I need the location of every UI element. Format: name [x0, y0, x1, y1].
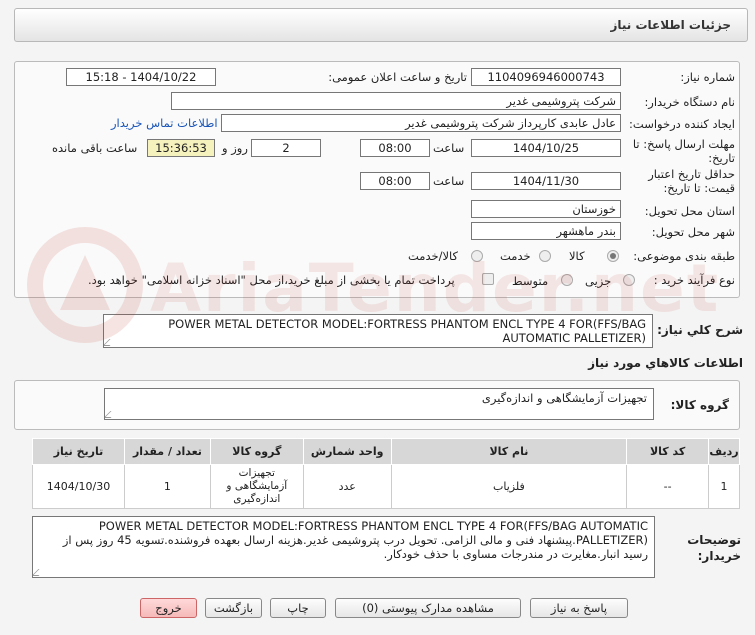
reply-button[interactable]: پاسخ به نیاز [530, 598, 628, 618]
announce-date-label: تاریخ و ساعت اعلان عمومی: [328, 70, 467, 84]
process-label: نوع فرآیند خرید : [653, 273, 735, 287]
process-option-minor: جزیی [585, 274, 612, 288]
province-label: استان محل تحویل: [644, 204, 735, 218]
col-header-group: گروه کالا [209, 438, 304, 465]
remaining-time-field: 15:36:53 [147, 139, 215, 157]
announce-date-field: 1404/10/22 - 15:18 [66, 68, 216, 86]
deadline-time-label: ساعت [433, 141, 465, 155]
process-option-medium: متوسط [512, 274, 549, 288]
category-radio-service[interactable] [539, 250, 551, 262]
resize-handle-icon[interactable] [33, 569, 46, 576]
treasury-payment-checkbox[interactable] [482, 273, 494, 285]
province-field: خوزستان [471, 200, 621, 218]
page-header: جزئیات اطلاعات نیاز [14, 8, 748, 42]
category-option-both: کالا/خدمت [408, 249, 459, 263]
need-number-label: شماره نیاز: [680, 70, 735, 84]
goods-group-label: گروه کالا: [670, 398, 729, 412]
validity-time-field: 08:00 [360, 172, 430, 190]
treasury-payment-note: پرداخت تمام یا بخشی از مبلغ خرید،از محل … [88, 273, 455, 287]
validity-time-label: ساعت [433, 174, 465, 188]
col-header-date: تاریخ نیاز [32, 438, 125, 465]
table-header-row: ردیف کد کالا نام کالا واحد شمارش گروه کا… [32, 438, 740, 465]
col-header-qty: تعداد / مقدار [124, 438, 211, 465]
need-number-field: 1104096946000743 [471, 68, 621, 86]
col-header-row: ردیف [708, 438, 740, 465]
page-title: جزئیات اطلاعات نیاز [610, 18, 731, 32]
buyer-notes-label: توضیحات [687, 533, 741, 547]
remaining-label: ساعت باقی مانده [52, 141, 138, 155]
buyer-notes-label-2: خریدار: [697, 549, 741, 563]
validity-label-2: قیمت: تا تاریخ: [663, 181, 735, 195]
col-header-name: نام کالا [390, 438, 628, 465]
cell-group: تجهیزات آزمایشگاهی و اندازه‌گیری [209, 464, 304, 509]
back-button[interactable]: بازگشت [205, 598, 262, 618]
days-remaining-field: 2 [251, 139, 321, 157]
deadline-date-field: 1404/10/25 [471, 139, 621, 157]
col-header-code: کد کالا [626, 438, 710, 465]
deadline-label: مهلت ارسال پاسخ: تا [632, 137, 735, 151]
buyer-org-label: نام دستگاه خریدار: [644, 95, 735, 109]
cell-name: فلزیاب [390, 464, 628, 509]
process-radio-medium[interactable] [561, 274, 573, 286]
description-text: POWER METAL DETECTOR MODEL:FORTRESS PHAN… [168, 317, 646, 345]
resize-handle-icon[interactable] [104, 339, 117, 346]
buyer-notes-text: POWER METAL DETECTOR MODEL:FORTRESS PHAN… [62, 519, 648, 561]
buyer-contact-link[interactable]: اطلاعات تماس خریدار [111, 116, 218, 130]
description-textbox[interactable]: POWER METAL DETECTOR MODEL:FORTRESS PHAN… [103, 314, 653, 348]
category-option-goods: کالا [569, 249, 585, 263]
col-header-unit: واحد شمارش [302, 438, 392, 465]
process-radio-minor[interactable] [623, 274, 635, 286]
validity-label: حداقل تاریخ اعتبار [648, 167, 735, 181]
cell-unit: عدد [302, 464, 392, 509]
category-label: طبقه بندی موضوعی: [633, 249, 735, 263]
exit-button[interactable]: خروج [140, 598, 197, 618]
print-button[interactable]: چاپ [270, 598, 326, 618]
goods-group-text: تجهیزات آزمایشگاهی و اندازه‌گیری [481, 391, 647, 405]
goods-table: ردیف کد کالا نام کالا واحد شمارش گروه کا… [32, 438, 740, 509]
goods-section-title: اطلاعات کالاهاي مورد نياز [588, 356, 743, 370]
category-radio-goods[interactable] [607, 250, 619, 262]
cell-date: 1404/10/30 [32, 464, 125, 509]
resize-handle-icon[interactable] [105, 411, 118, 418]
deadline-label-2: تاریخ: [708, 151, 735, 165]
city-field: بندر ماهشهر [471, 222, 621, 240]
table-row: 1 -- فلزیاب عدد تجهیزات آزمایشگاهی و اند… [32, 464, 740, 509]
cell-row: 1 [708, 464, 740, 509]
creator-label: ایجاد کننده درخواست: [629, 117, 735, 131]
attachments-button[interactable]: مشاهده مدارک پیوستی (0) [335, 598, 521, 618]
validity-date-field: 1404/11/30 [471, 172, 621, 190]
description-label: شرح كلي نياز: [657, 323, 743, 337]
buyer-org-field: شرکت پتروشیمی غدیر [171, 92, 621, 110]
buyer-notes-textbox[interactable]: POWER METAL DETECTOR MODEL:FORTRESS PHAN… [32, 516, 655, 578]
creator-field: عادل عابدی کارپرداز شرکت پتروشیمی غدیر [221, 114, 621, 132]
days-label: روز و [222, 141, 248, 155]
deadline-time-field: 08:00 [360, 139, 430, 157]
cell-qty: 1 [124, 464, 211, 509]
category-option-service: خدمت [500, 249, 531, 263]
city-label: شهر محل تحویل: [651, 225, 735, 239]
goods-group-textbox[interactable]: تجهیزات آزمایشگاهی و اندازه‌گیری [104, 388, 654, 420]
cell-code: -- [626, 464, 710, 509]
category-radio-both[interactable] [471, 250, 483, 262]
